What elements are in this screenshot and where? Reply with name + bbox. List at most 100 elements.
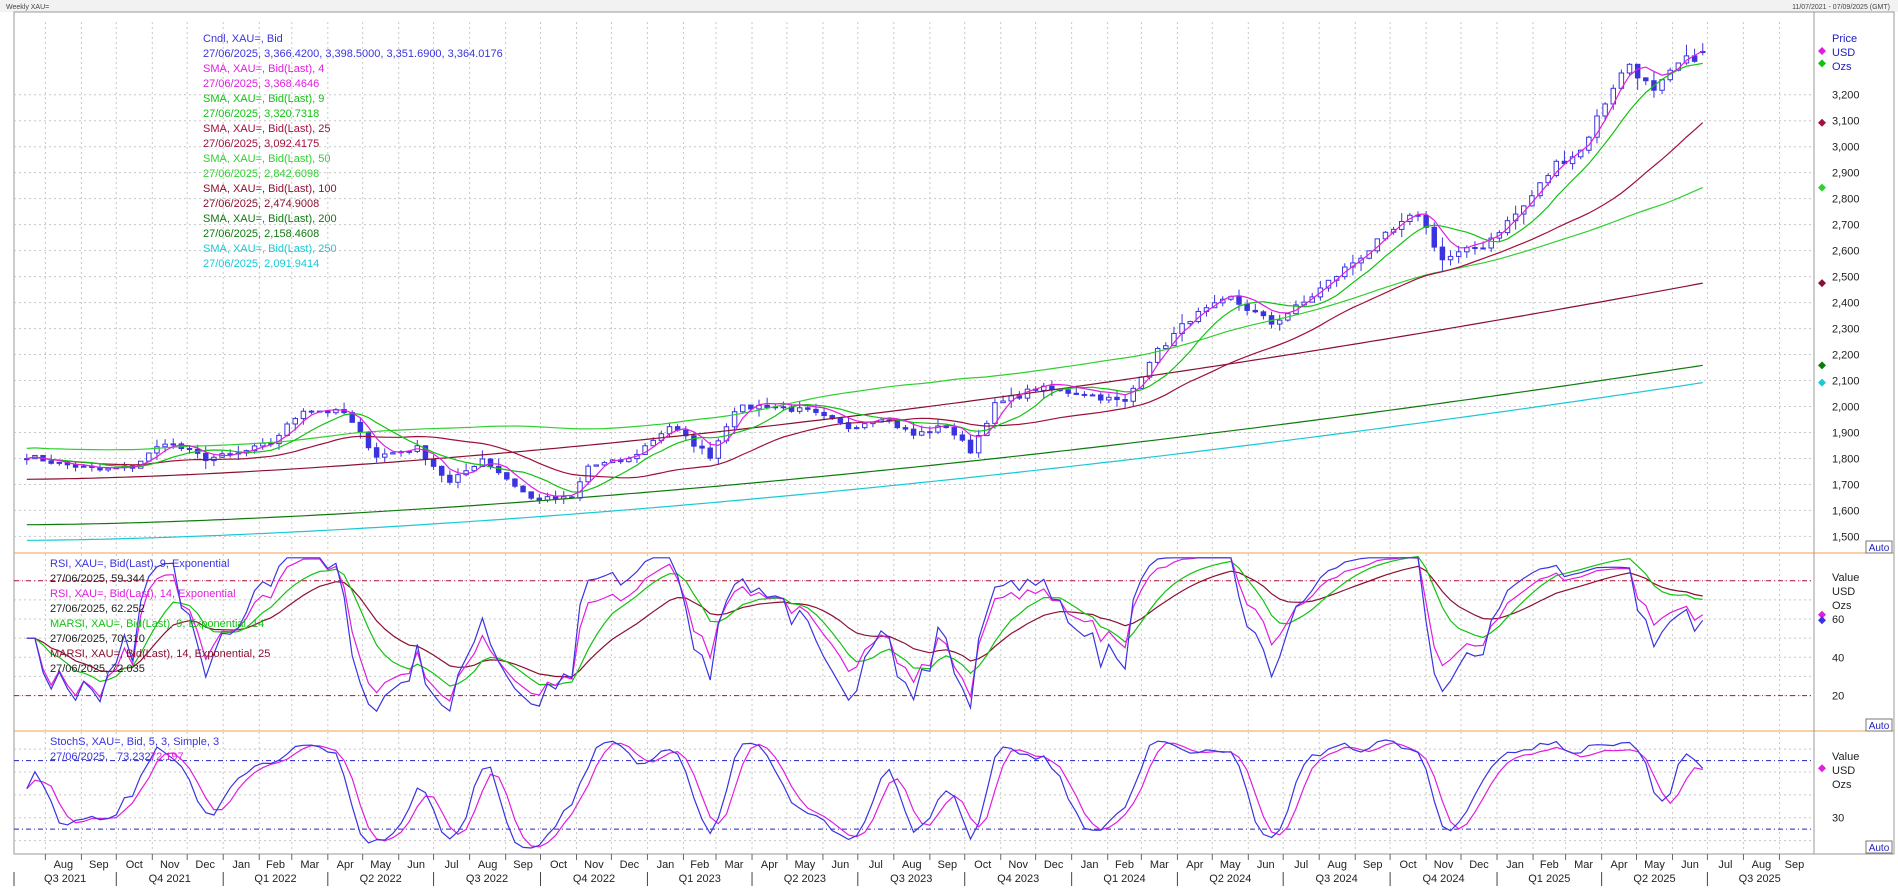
- price-tick-label: 2,000: [1832, 402, 1860, 414]
- candle-body: [1626, 63, 1633, 74]
- rsi-tick-label: 20: [1832, 691, 1844, 703]
- x-month-label: Feb: [1540, 859, 1559, 871]
- x-quarter-label: Q2 2025: [1633, 873, 1675, 885]
- x-quarter-label: Q3 2022: [466, 873, 508, 885]
- legend-main-label: SMA, XAU=, Bid(Last), 9: [203, 93, 324, 105]
- x-quarter-label: Q4 2021: [149, 873, 191, 885]
- legend-main-value: 27/06/2025, 3,092.4175: [203, 138, 319, 150]
- legend-rsi-label: MARSI, XAU=, Bid(Last), 9, Exponential, …: [50, 618, 264, 630]
- x-quarter-label: Q3 2025: [1739, 873, 1781, 885]
- candle-body: [430, 458, 437, 467]
- x-month-label: Feb: [266, 859, 285, 871]
- x-month-label: Apr: [337, 859, 354, 871]
- x-month-label: Jun: [831, 859, 849, 871]
- candle-body: [292, 418, 299, 425]
- x-month-label: Oct: [974, 859, 991, 871]
- x-quarter-label: Q3 2024: [1316, 873, 1358, 885]
- legend-main-label: SMA, XAU=, Bid(Last), 100: [203, 183, 337, 195]
- candle-body: [1423, 215, 1429, 228]
- price-tick-label: 2,500: [1832, 272, 1860, 284]
- x-month-label: Feb: [690, 859, 709, 871]
- legend-rsi-value: 27/06/2025, 62.252: [50, 603, 145, 615]
- x-month-label: Jun: [1257, 859, 1275, 871]
- candle-body: [1602, 103, 1608, 117]
- candle-body: [918, 431, 925, 436]
- chart-window: Weekly XAU= 11/07/2021 - 07/09/2025 (GMT)…: [0, 0, 1898, 889]
- legend-rsi-value: 27/06/2025, 59.344: [50, 573, 145, 585]
- price-tick-label: 1,700: [1832, 479, 1860, 491]
- candle-body: [72, 464, 79, 468]
- chart-canvas[interactable]: Weekly XAU= 11/07/2021 - 07/09/2025 (GMT)…: [0, 0, 1898, 889]
- x-quarter-label: Q4 2023: [997, 873, 1039, 885]
- x-month-label: Oct: [550, 859, 567, 871]
- candle-body: [821, 411, 827, 417]
- x-month-label: Nov: [1008, 859, 1028, 871]
- candle-body: [357, 421, 364, 433]
- legend-main-value: 27/06/2025, 3,368.4646: [203, 78, 319, 90]
- legend-rsi-label: RSI, XAU=, Bid(Last), 14, Exponential: [50, 588, 236, 600]
- x-month-label: Mar: [1150, 859, 1169, 871]
- candle-body: [56, 461, 63, 464]
- x-month-label: Jul: [445, 859, 459, 871]
- legend-main-label: SMA, XAU=, Bid(Last), 4: [203, 63, 324, 75]
- candle-body: [300, 410, 307, 420]
- x-month-label: Aug: [902, 859, 922, 871]
- candle-body: [902, 427, 909, 430]
- x-month-label: Aug: [1752, 859, 1772, 871]
- candle-body: [325, 410, 331, 414]
- price-axis-header: Ozs: [1832, 61, 1852, 73]
- window-date-range: 11/07/2021 - 07/09/2025 (GMT): [1792, 4, 1890, 11]
- legend-main-value: 27/06/2025, 3,320.7318: [203, 108, 319, 120]
- legend-main-label: Cndl, XAU=, Bid: [203, 33, 283, 45]
- candle-body: [1447, 255, 1454, 261]
- candle-body: [853, 427, 860, 430]
- candle-body: [520, 485, 526, 493]
- candle-body: [105, 467, 111, 471]
- x-quarter-label: Q1 2023: [679, 873, 721, 885]
- rsi-tick-label: 60: [1832, 614, 1844, 626]
- price-tick-label: 2,700: [1832, 220, 1860, 232]
- candle-body: [837, 418, 844, 424]
- title-strip: [0, 0, 1898, 12]
- x-month-label: Nov: [584, 859, 604, 871]
- x-month-label: Sep: [1785, 859, 1805, 871]
- x-quarter-label: Q1 2022: [254, 873, 296, 885]
- candle-body: [1244, 303, 1250, 311]
- x-month-label: Apr: [1186, 859, 1203, 871]
- x-quarter-label: Q1 2024: [1103, 873, 1145, 885]
- x-month-label: Sep: [1363, 859, 1383, 871]
- candle-body: [967, 439, 974, 454]
- stoch-axis-header: USD: [1832, 765, 1855, 777]
- x-month-label: Apr: [1611, 859, 1628, 871]
- legend-main-value: 27/06/2025, 2,158.4608: [203, 228, 319, 240]
- candle-body: [1106, 396, 1112, 401]
- x-month-label: Aug: [478, 859, 498, 871]
- x-month-label: Jul: [1718, 859, 1732, 871]
- legend-rsi-label: MARSI, XAU=, Bid(Last), 14, Exponential,…: [50, 648, 270, 660]
- candle-body: [1122, 399, 1128, 402]
- candle-body: [438, 465, 445, 476]
- candle-body: [894, 420, 901, 429]
- x-quarter-label: Q4 2024: [1422, 873, 1464, 885]
- price-tick-label: 1,500: [1832, 531, 1860, 543]
- candle-body: [650, 439, 656, 447]
- candle-body: [80, 465, 87, 468]
- candle-body: [626, 458, 632, 463]
- x-month-label: Oct: [1400, 859, 1417, 871]
- candle-body: [48, 460, 54, 464]
- candle-body: [1081, 393, 1088, 396]
- stoch-tick-label: 30: [1832, 813, 1844, 825]
- candle-body: [1276, 319, 1283, 325]
- legend-main-value: 27/06/2025, 2,842.6098: [203, 168, 319, 180]
- legend-stoch-date: 27/06/2025,: [50, 751, 108, 763]
- rsi-tick-label: 40: [1832, 652, 1844, 664]
- x-month-label: Aug: [1327, 859, 1347, 871]
- candle-body: [1163, 345, 1169, 350]
- x-month-label: Apr: [761, 859, 778, 871]
- candle-body: [780, 406, 787, 409]
- x-month-label: May: [370, 859, 391, 871]
- candle-body: [739, 404, 746, 413]
- x-month-label: Jan: [1506, 859, 1524, 871]
- candle-body: [1553, 160, 1560, 177]
- x-month-label: Nov: [1434, 859, 1454, 871]
